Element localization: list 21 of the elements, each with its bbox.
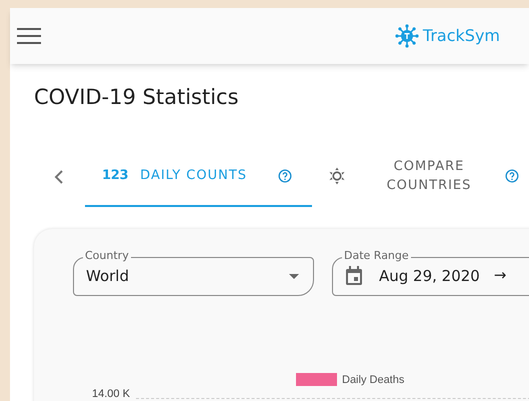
- field-label: Date Range: [342, 250, 411, 260]
- calendar-icon: [345, 266, 363, 286]
- dropdown-caret-icon: [289, 274, 299, 278]
- help-icon[interactable]: [505, 168, 519, 182]
- field-value: World: [86, 266, 129, 288]
- tab[interactable]: COMPARE COUNTRIES: [312, 146, 529, 206]
- y-axis-tick-label: 14.00 K: [92, 388, 130, 400]
- legend-label: Daily Deaths: [342, 372, 404, 388]
- tab-label: DAILY COUNTS: [140, 166, 248, 185]
- start-date: Aug 29, 2020: [379, 266, 480, 287]
- chevron-left-icon[interactable]: [54, 170, 64, 184]
- tab-label: COMPARE COUNTRIES: [386, 158, 472, 194]
- virus-logo-icon: [394, 24, 419, 48]
- range-arrow: →: [494, 264, 506, 288]
- numbers-icon: 123: [102, 166, 128, 186]
- gear-icon: [327, 166, 347, 186]
- menu-icon[interactable]: [17, 28, 41, 44]
- tab[interactable]: 123 DAILY COUNTS: [85, 146, 312, 206]
- field-label: Country: [83, 250, 131, 260]
- help-icon[interactable]: [278, 168, 292, 182]
- page-title: COVID-19 Statistics: [34, 84, 240, 111]
